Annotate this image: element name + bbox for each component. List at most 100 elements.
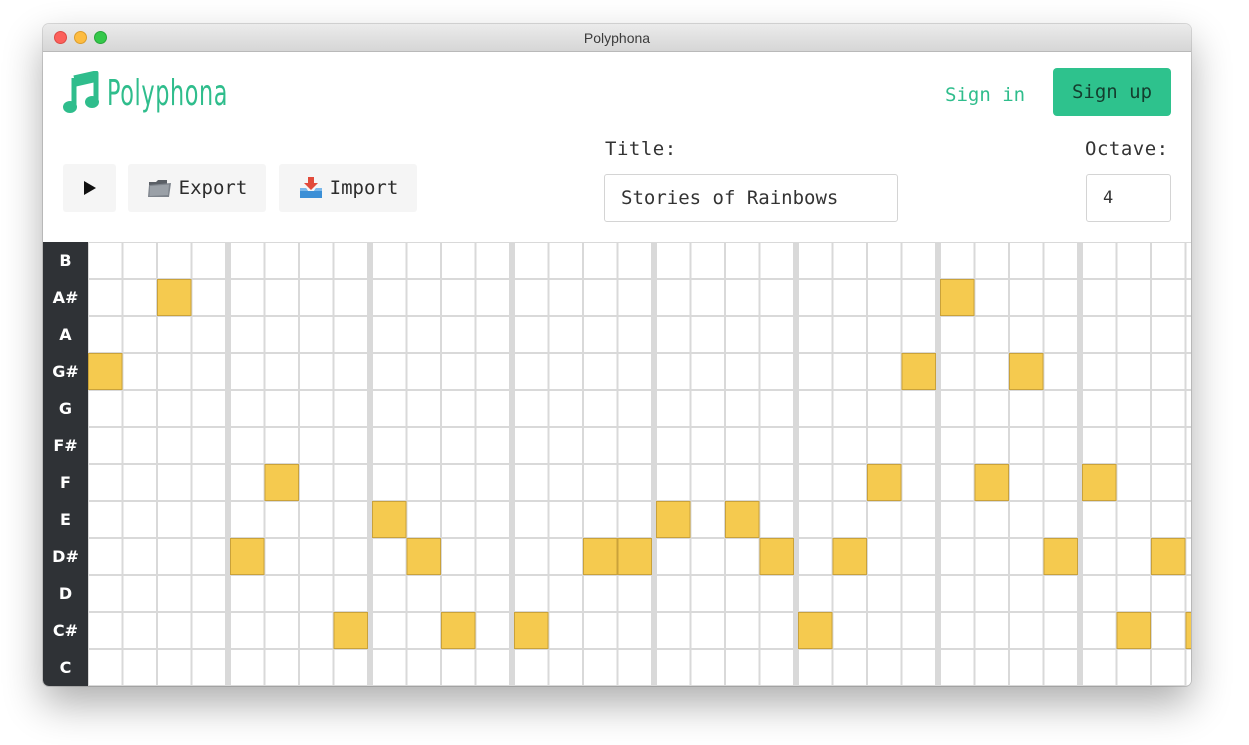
grid-cell[interactable] <box>975 613 1009 648</box>
grid-cell[interactable] <box>231 391 264 426</box>
grid-cell[interactable] <box>549 354 583 389</box>
grid-cell[interactable] <box>1083 613 1116 648</box>
grid-cell[interactable] <box>476 502 510 537</box>
grid-cell[interactable] <box>407 428 441 463</box>
grid-cell[interactable] <box>1010 317 1043 352</box>
grid-cell[interactable] <box>442 354 475 389</box>
grid-cell[interactable] <box>476 539 510 574</box>
grid-cell[interactable] <box>726 650 759 685</box>
grid-cell[interactable] <box>334 428 368 463</box>
grid-cell[interactable] <box>123 280 157 315</box>
grid-cell[interactable] <box>941 502 974 537</box>
grid-cell[interactable] <box>691 280 725 315</box>
grid-cell[interactable] <box>192 613 226 648</box>
active-note-cell[interactable] <box>1043 538 1078 575</box>
grid-cell[interactable] <box>407 613 441 648</box>
grid-cell[interactable] <box>334 243 368 278</box>
grid-cell[interactable] <box>584 502 617 537</box>
grid-cell[interactable] <box>1152 391 1185 426</box>
grid-cell[interactable] <box>799 391 832 426</box>
grid-cell[interactable] <box>799 428 832 463</box>
grid-cell[interactable] <box>584 650 617 685</box>
grid-cell[interactable] <box>657 576 690 611</box>
grid-cell[interactable] <box>941 428 974 463</box>
grid-cell[interactable] <box>833 391 867 426</box>
grid-cell[interactable] <box>89 576 122 611</box>
grid-cell[interactable] <box>334 317 368 352</box>
grid-cell[interactable] <box>1083 502 1116 537</box>
grid-cell[interactable] <box>657 465 690 500</box>
grid-cell[interactable] <box>515 317 548 352</box>
grid-cell[interactable] <box>1010 391 1043 426</box>
grid-cell[interactable] <box>89 613 122 648</box>
grid-cell[interactable] <box>192 539 226 574</box>
grid-cell[interactable] <box>89 650 122 685</box>
grid-cell[interactable] <box>373 354 406 389</box>
grid-cell[interactable] <box>476 391 510 426</box>
grid-cell[interactable] <box>158 317 191 352</box>
grid-cell[interactable] <box>868 280 901 315</box>
grid-cell[interactable] <box>1083 391 1116 426</box>
grid-cell[interactable] <box>231 243 264 278</box>
grid-cell[interactable] <box>941 465 974 500</box>
sign-up-button[interactable]: Sign up <box>1053 68 1171 116</box>
grid-cell[interactable] <box>476 243 510 278</box>
grid-cell[interactable] <box>799 650 832 685</box>
grid-cell[interactable] <box>868 354 901 389</box>
grid-cell[interactable] <box>123 428 157 463</box>
grid-cell[interactable] <box>1010 243 1043 278</box>
grid-cell[interactable] <box>334 354 368 389</box>
grid-cell[interactable] <box>89 317 122 352</box>
grid-cell[interactable] <box>1117 354 1151 389</box>
grid-cell[interactable] <box>691 576 725 611</box>
grid-cell[interactable] <box>1117 280 1151 315</box>
grid-cell[interactable] <box>89 465 122 500</box>
grid-cell[interactable] <box>1010 428 1043 463</box>
grid-cell[interactable] <box>192 317 226 352</box>
grid-cell[interactable] <box>442 465 475 500</box>
grid-cell[interactable] <box>584 280 617 315</box>
grid-cell[interactable] <box>373 539 406 574</box>
grid-cell[interactable] <box>476 428 510 463</box>
grid-cell[interactable] <box>726 354 759 389</box>
grid-cell[interactable] <box>231 576 264 611</box>
grid-cell[interactable] <box>1044 613 1078 648</box>
grid-cell[interactable] <box>657 613 690 648</box>
grid-cell[interactable] <box>123 539 157 574</box>
grid-cell[interactable] <box>300 650 333 685</box>
grid-cell[interactable] <box>158 465 191 500</box>
grid-cell[interactable] <box>868 576 901 611</box>
grid-cell[interactable] <box>1044 317 1078 352</box>
grid-cell[interactable] <box>618 613 652 648</box>
grid-cell[interactable] <box>1117 502 1151 537</box>
grid-cell[interactable] <box>515 391 548 426</box>
grid-cell[interactable] <box>192 354 226 389</box>
grid-cell[interactable] <box>1117 243 1151 278</box>
grid-cell[interactable] <box>975 243 1009 278</box>
grid-cell[interactable] <box>1010 613 1043 648</box>
grid-cell[interactable] <box>89 539 122 574</box>
grid-cell[interactable] <box>407 243 441 278</box>
grid-cell[interactable] <box>442 317 475 352</box>
grid-cell[interactable] <box>549 465 583 500</box>
grid-cell[interactable] <box>123 243 157 278</box>
grid-cell[interactable] <box>1152 428 1185 463</box>
export-button[interactable]: Export <box>128 164 266 212</box>
active-note-cell[interactable] <box>372 501 407 538</box>
grid-cell[interactable] <box>618 391 652 426</box>
grid-cell[interactable] <box>192 391 226 426</box>
grid-cell[interactable] <box>1186 465 1192 500</box>
grid-cell[interactable] <box>373 650 406 685</box>
active-note-cell[interactable] <box>264 464 299 501</box>
grid-cell[interactable] <box>868 650 901 685</box>
grid-cell[interactable] <box>726 280 759 315</box>
grid-cell[interactable] <box>192 428 226 463</box>
grid-cell[interactable] <box>549 502 583 537</box>
grid-cell[interactable] <box>1117 391 1151 426</box>
grid-cell[interactable] <box>158 576 191 611</box>
grid-cell[interactable] <box>618 317 652 352</box>
grid-cell[interactable] <box>833 317 867 352</box>
grid-cell[interactable] <box>1152 280 1185 315</box>
grid-cell[interactable] <box>442 243 475 278</box>
grid-cell[interactable] <box>833 280 867 315</box>
